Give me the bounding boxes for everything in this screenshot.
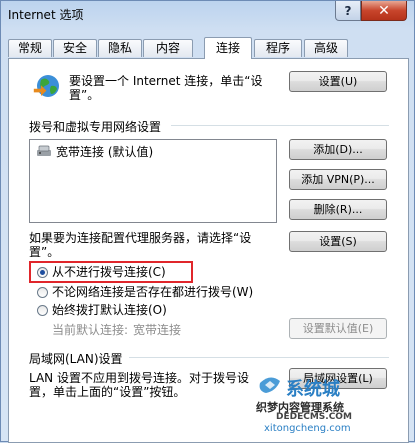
tab-security[interactable]: 安全 — [53, 39, 97, 57]
internet-options-dialog: Internet 选项 ? ✕ 常规 安全 隐私 内容 连接 程序 高级 要设置… — [0, 0, 415, 443]
watermark: 系统城 织梦内容管理系统 DEDECMS.COM xitongcheng.com — [256, 375, 406, 435]
tab-privacy[interactable]: 隐私 — [98, 39, 142, 57]
list-item[interactable]: 宽带连接 (默认值) — [36, 143, 153, 159]
current-default-label: 当前默认连接: — [52, 323, 129, 337]
tab-programs[interactable]: 程序 — [254, 39, 302, 57]
setup-button[interactable]: 设置(U) — [289, 71, 387, 92]
watermark-logo-icon — [256, 375, 284, 401]
list-item-label: 宽带连接 (默认值) — [56, 144, 154, 159]
radio-never-dial[interactable] — [37, 267, 48, 278]
current-default-value: 宽带连接 — [133, 323, 182, 337]
watermark-line1: 系统城 — [286, 379, 340, 400]
set-default-button[interactable]: 设置默认值(E) — [289, 318, 387, 339]
proxy-text-line2: 置”。 — [29, 245, 60, 259]
proxy-settings-button[interactable]: 设置(S) — [289, 231, 387, 252]
radio-never-dial-label[interactable]: 从不进行拨号连接(C) — [52, 265, 166, 279]
proxy-text-line1: 如果要为连接配置代理服务器，请选择“设 — [29, 231, 252, 245]
tab-general[interactable]: 常规 — [8, 39, 52, 57]
lan-text-line2: 置，单击上面的“设置”按钮。 — [29, 385, 186, 399]
watermark-line4: xitongcheng.com — [264, 423, 351, 434]
tab-advanced[interactable]: 高级 — [304, 39, 348, 57]
setup-text-line2: 置”。 — [69, 88, 100, 102]
tab-connections[interactable]: 连接 — [204, 37, 252, 59]
dialup-divider — [171, 125, 389, 126]
radio-always-dial-default-label[interactable]: 始终拨打默认连接(O) — [52, 303, 167, 317]
window-title: Internet 选项 — [8, 8, 84, 22]
globe-icon — [33, 72, 63, 102]
lan-group-label: 局域网(LAN)设置 — [29, 352, 123, 366]
setup-text-line1: 要设置一个 Internet 连接，单击“设 — [69, 74, 263, 88]
dialup-connection-icon — [36, 144, 52, 158]
close-button[interactable]: ✕ — [361, 1, 407, 21]
radio-always-dial-default[interactable] — [37, 305, 48, 316]
lan-divider — [129, 357, 389, 358]
dialup-group-label: 拨号和虚拟专用网络设置 — [29, 120, 162, 134]
add-vpn-button[interactable]: 添加 VPN(P)... — [289, 169, 387, 190]
lan-text-line1: LAN 设置不应用到拨号连接。对于拨号设 — [29, 371, 249, 385]
help-button[interactable]: ? — [335, 1, 361, 21]
radio-dial-when-no-network-label[interactable]: 不论网络连接是否存在都进行拨号(W) — [52, 285, 253, 299]
add-button[interactable]: 添加(D)... — [289, 139, 387, 160]
delete-button[interactable]: 删除(R)... — [289, 199, 387, 220]
watermark-line3: DEDECMS.COM — [276, 412, 352, 422]
dialup-connection-list[interactable]: 宽带连接 (默认值) — [29, 139, 277, 223]
tab-content[interactable]: 内容 — [143, 39, 193, 57]
radio-dial-when-no-network[interactable] — [37, 287, 48, 298]
